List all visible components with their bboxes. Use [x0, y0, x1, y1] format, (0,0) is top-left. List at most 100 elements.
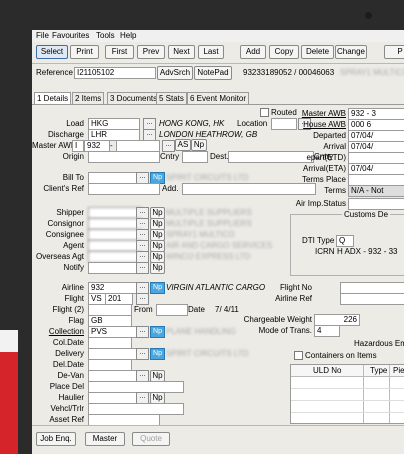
collection-np-badge[interactable]: Np [150, 326, 165, 338]
table-row [291, 388, 404, 389]
mode-of-trans-input[interactable]: 4 [314, 325, 340, 337]
prev-button[interactable]: Prev [137, 45, 165, 59]
terms-select[interactable]: N/A - Not [348, 185, 404, 197]
first-button[interactable]: First [105, 45, 134, 59]
bill-to-label: Bill To [62, 173, 84, 182]
tab-event-monitor[interactable]: 6 Event Monitor [187, 92, 250, 104]
menu-favourites[interactable]: Favourites [52, 31, 89, 40]
uld-col-uld-no: ULD No [313, 366, 342, 375]
as-button[interactable]: AS [175, 139, 191, 151]
icrn-label: ICRN [315, 247, 335, 256]
overseas-agt-label: Overseas Agt [35, 252, 84, 261]
master-awb-lookup-button[interactable]: ... [162, 140, 175, 152]
table-row [291, 400, 404, 401]
collection-lookup-button[interactable]: ... [136, 326, 149, 338]
menu-file[interactable]: File [36, 31, 49, 40]
copy-button[interactable]: Copy [269, 45, 299, 59]
flight-no-label: Flight No [279, 283, 312, 292]
overseas-agt-name: WINCO EXPRESS LTD [166, 252, 251, 261]
quote-button[interactable]: Quote [132, 432, 170, 446]
clients-ref-input[interactable] [88, 183, 160, 195]
date-label: Date [188, 305, 205, 314]
containers-label: Containers on Items [305, 351, 377, 360]
origin-input[interactable] [88, 151, 160, 163]
add-button[interactable]: Add [240, 45, 266, 59]
master-awb-dash: - [110, 141, 113, 150]
notify-input[interactable] [88, 262, 140, 274]
collection-label[interactable]: Collection [32, 327, 84, 336]
terms-label: Terms [324, 186, 346, 195]
discharge-place: LONDON HEATHROW, GB [159, 130, 258, 139]
np-small-button[interactable]: Np [191, 139, 207, 151]
divider [32, 63, 404, 64]
dti-type-input[interactable]: Q [336, 235, 354, 247]
tab-stats[interactable]: 5 Stats [156, 92, 187, 104]
load-label: Load [66, 119, 84, 128]
airline-label: Airline [61, 283, 84, 292]
master-button[interactable]: Master [85, 432, 125, 446]
vehcl-label: Vehcl/Trlr [50, 404, 85, 413]
consignor-label: Consignor [47, 219, 84, 228]
origin-cntry-input[interactable] [182, 151, 208, 163]
delivery-label: Delivery [55, 349, 84, 358]
add-input[interactable] [182, 183, 316, 195]
hazardous-label: Hazardous Em [354, 339, 404, 348]
p-button[interactable]: P [384, 45, 404, 59]
airline-ref-input[interactable] [340, 293, 404, 305]
haulier-label: Haulier [58, 393, 84, 402]
last-button[interactable]: Last [198, 45, 224, 59]
del-date-label: Del.Date [52, 360, 84, 369]
from-label: From [134, 305, 153, 314]
reference-label: Reference [36, 68, 73, 77]
tab-documents[interactable]: 3 Documents [107, 92, 161, 104]
asset-ref-label: Asset Ref [49, 415, 84, 424]
date-value[interactable]: 7/ 4/11 [215, 305, 239, 314]
uld-col-pieces: Pie [393, 366, 404, 375]
menu-tools[interactable]: Tools [96, 31, 115, 40]
depart-etd-label: epart(ETD) [306, 153, 346, 162]
shipper-name: MULTIPLE SUPPLIERS [166, 208, 252, 217]
master-awb-prefix-input[interactable]: I [72, 140, 84, 152]
flag-label: Flag [68, 316, 84, 325]
uld-col-divider [389, 365, 390, 423]
advsrch-button[interactable]: AdvSrch [157, 66, 193, 80]
notify-lookup-button[interactable]: ... [136, 262, 149, 274]
routed-checkbox[interactable] [260, 108, 269, 117]
location-label: Location [237, 119, 268, 128]
notepad-button[interactable]: NotePad [194, 66, 232, 80]
location-input[interactable] [271, 118, 297, 130]
select-button[interactable]: Select [36, 45, 68, 59]
uld-col-type: Type [370, 366, 388, 375]
tab-items[interactable]: 2 Items [72, 92, 105, 104]
add-label: Add. [162, 184, 179, 193]
delivery-lookup-button[interactable]: ... [136, 348, 149, 360]
job-enq-button[interactable]: Job Enq. [36, 432, 76, 446]
uld-table[interactable]: ULD No Type Pie [290, 364, 404, 424]
air-imp-status-input[interactable] [348, 198, 404, 210]
master-awb-right-label[interactable]: Master AWB [300, 109, 346, 118]
next-button[interactable]: Next [168, 45, 195, 59]
tab-details[interactable]: 1 Details [34, 92, 72, 104]
master-awb-left-label: Master AWB [32, 141, 77, 150]
print-button[interactable]: Print [70, 45, 99, 59]
airline-ref-label: Airline Ref [275, 294, 312, 303]
delivery-np-badge[interactable]: Np [150, 348, 165, 360]
agent-label: Agent [63, 241, 84, 250]
notify-np-button[interactable]: Np [150, 262, 165, 274]
table-row [291, 412, 404, 413]
house-awb-label[interactable]: House AWB [300, 120, 346, 129]
origin-label: Origin [62, 152, 84, 161]
flight-lookup-button[interactable]: ... [136, 293, 149, 305]
containers-checkbox[interactable] [294, 351, 303, 360]
airline-np-badge[interactable]: Np [150, 282, 165, 294]
agent-name: AIR AND CARGO SERVICES [166, 241, 273, 250]
change-button[interactable]: Change [335, 45, 367, 59]
place-del-label: Place Del [49, 382, 84, 391]
delete-button[interactable]: Delete [301, 45, 334, 59]
load-place: HONG KONG, HK [159, 119, 225, 128]
background-panel [0, 330, 18, 352]
shipper-label: Shipper [56, 208, 84, 217]
menu-help[interactable]: Help [120, 31, 136, 40]
from-input[interactable] [156, 304, 188, 316]
reference-input[interactable]: I21105102 [74, 67, 156, 79]
